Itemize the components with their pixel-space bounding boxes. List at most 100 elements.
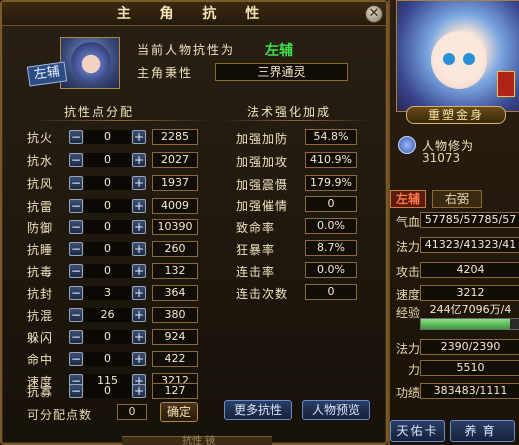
resist-name: 抗水 — [27, 154, 54, 168]
increase-button[interactable]: + — [132, 330, 146, 344]
stat-name: 法力 — [395, 240, 420, 254]
decrease-button[interactable]: − — [69, 130, 83, 144]
confirm-button[interactable]: 确定 — [160, 402, 198, 422]
badge-icon — [497, 71, 515, 97]
increase-button[interactable]: + — [132, 199, 146, 213]
bonus-name: 连击率 — [236, 265, 276, 279]
portrait-face — [71, 42, 111, 82]
decrease-button[interactable]: − — [69, 330, 83, 344]
avatar-eye — [463, 53, 475, 65]
resist-total: 127 — [152, 383, 198, 399]
bonus-value: 179.9% — [305, 175, 357, 191]
raise-button[interactable]: 养育 — [450, 420, 515, 442]
increase-button[interactable]: + — [132, 242, 146, 256]
decrease-button[interactable]: − — [69, 176, 83, 190]
increase-button[interactable]: + — [132, 176, 146, 190]
bonus-value: 8.7% — [305, 240, 357, 256]
bonus-value: 0.0% — [305, 262, 357, 278]
decrease-button[interactable]: − — [69, 384, 83, 398]
resist-total: 924 — [152, 329, 198, 345]
character-preview-button[interactable]: 人物预览 — [302, 400, 370, 420]
alloc-input[interactable]: 0 — [84, 130, 131, 144]
resistance-dialog: 主 角 抗 性 ✕ 左辅 当前人物抗性为 左辅 主角秉性 三界通灵 抗性点分配 … — [0, 0, 388, 445]
exp-progress-fill — [421, 319, 511, 329]
resist-total: 2285 — [152, 129, 198, 145]
orb-icon — [398, 136, 416, 154]
bless-card-button[interactable]: 天佑卡 — [390, 420, 445, 442]
resist-name: 躲闪 — [27, 331, 54, 345]
alloc-input[interactable]: 26 — [84, 308, 131, 322]
alloc-input[interactable]: 3 — [84, 286, 131, 300]
bonus-value: 0 — [305, 196, 357, 212]
character-panel: 重塑金身 人物修为 31073 左辅 右弼 气血 57785/57785/57 … — [388, 0, 519, 445]
rebirth-button[interactable]: 重塑金身 — [406, 106, 506, 124]
stat-value: 2390/2390 — [420, 339, 519, 355]
decrease-button[interactable]: − — [69, 153, 83, 167]
alloc-input[interactable]: 0 — [84, 352, 131, 366]
alloc-input[interactable]: 0 — [84, 176, 131, 190]
game-screen: 主 角 抗 性 ✕ 左辅 当前人物抗性为 左辅 主角秉性 三界通灵 抗性点分配 … — [0, 0, 519, 445]
resist-total: 1937 — [152, 175, 198, 191]
alloc-input[interactable]: 0 — [84, 242, 131, 256]
alloc-input[interactable]: 0 — [84, 330, 131, 344]
more-resist-button[interactable]: 更多抗性 — [224, 400, 292, 420]
stat-name: 攻击 — [395, 265, 420, 279]
bonus-name: 加强加防 — [236, 132, 289, 146]
resist-name: 防御 — [27, 221, 54, 235]
stat-value: 5510 — [420, 360, 519, 376]
alloc-input[interactable]: 0 — [84, 384, 131, 398]
increase-button[interactable]: + — [132, 286, 146, 300]
increase-button[interactable]: + — [132, 220, 146, 234]
character-avatar — [396, 0, 519, 112]
increase-button[interactable]: + — [132, 308, 146, 322]
avatar-face — [431, 31, 487, 89]
bonus-section-title: 法术强化加成 — [247, 105, 332, 119]
avatar-eye — [443, 53, 455, 65]
decrease-button[interactable]: − — [69, 264, 83, 278]
resist-total: 132 — [152, 263, 198, 279]
increase-button[interactable]: + — [132, 352, 146, 366]
main-attr-label: 主角秉性 — [137, 66, 194, 80]
decrease-button[interactable]: − — [69, 286, 83, 300]
bonus-name: 致命率 — [236, 221, 276, 235]
alloc-input[interactable]: 0 — [84, 199, 131, 213]
decrease-button[interactable]: − — [69, 199, 83, 213]
resist-total: 260 — [152, 241, 198, 257]
alloc-input[interactable]: 0 — [84, 220, 131, 234]
tab-left[interactable]: 左辅 — [390, 190, 426, 208]
resist-total: 10390 — [152, 219, 198, 235]
increase-button[interactable]: + — [132, 384, 146, 398]
bottom-tab-fragment: 抗性 镜 — [122, 436, 272, 445]
resist-total: 2027 — [152, 152, 198, 168]
decrease-button[interactable]: − — [69, 220, 83, 234]
alloc-input[interactable]: 0 — [84, 153, 131, 167]
stat-name: 力 — [407, 363, 420, 377]
stat-name: 速度 — [395, 288, 420, 302]
decrease-button[interactable]: − — [69, 308, 83, 322]
resist-name: 抗雷 — [27, 200, 54, 214]
increase-button[interactable]: + — [132, 130, 146, 144]
decrease-button[interactable]: − — [69, 242, 83, 256]
close-button[interactable]: ✕ — [365, 5, 383, 23]
resist-name: 抗毒 — [27, 265, 54, 279]
resist-name: 抗睡 — [27, 243, 54, 257]
cultivation-value: 31073 — [422, 151, 461, 165]
divider — [222, 120, 372, 121]
alloc-input[interactable]: 0 — [84, 264, 131, 278]
stat-value: 41323/41323/41 — [420, 237, 519, 253]
stat-name: 法力 — [395, 342, 420, 356]
bonus-name: 连击次数 — [236, 287, 289, 301]
increase-button[interactable]: + — [132, 264, 146, 278]
bonus-value: 0.0% — [305, 218, 357, 234]
resist-total: 380 — [152, 307, 198, 323]
increase-button[interactable]: + — [132, 153, 146, 167]
stat-name: 气血 — [395, 215, 420, 229]
available-points-label: 可分配点数 — [27, 408, 93, 422]
bonus-value: 54.8% — [305, 129, 357, 145]
resist-total: 422 — [152, 351, 198, 367]
tab-right[interactable]: 右弼 — [432, 190, 482, 208]
character-portrait — [60, 37, 120, 89]
bonus-name: 加强震慑 — [236, 178, 289, 192]
resist-name: 抗风 — [27, 177, 54, 191]
decrease-button[interactable]: − — [69, 352, 83, 366]
